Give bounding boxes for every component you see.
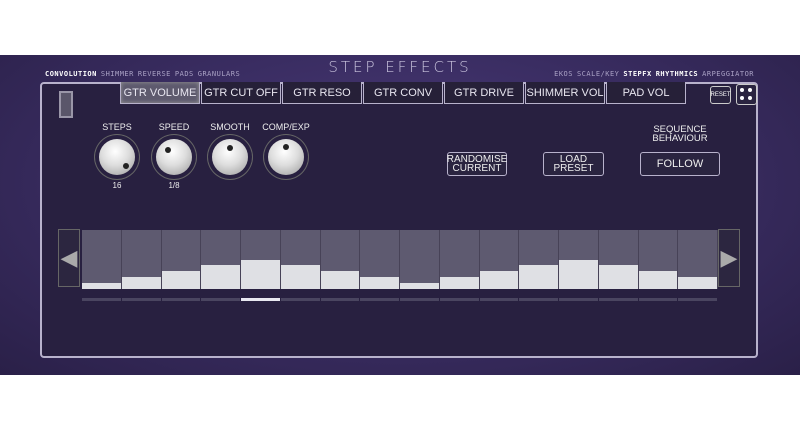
step-indicator-segment: [638, 298, 678, 301]
step-sequencer[interactable]: [82, 230, 718, 289]
nav-left: CONVOLUTION SHIMMER REVERSE PADS GRANULARS: [45, 70, 244, 78]
step-2[interactable]: [121, 230, 162, 289]
step-16[interactable]: [678, 230, 718, 289]
step-level: [479, 271, 519, 289]
nav-ekos[interactable]: EKOS: [554, 70, 573, 78]
tab-bar: GTR VOLUME GTR CUT OFF GTR RESO GTR CONV…: [120, 82, 687, 104]
step-10[interactable]: [439, 230, 480, 289]
follow-button[interactable]: FOLLOW: [640, 152, 720, 176]
nav-reverse[interactable]: REVERSE: [138, 70, 171, 78]
step-level: [161, 271, 201, 289]
step-15[interactable]: [638, 230, 679, 289]
nav-arpeggiator[interactable]: ARPEGGIATOR: [702, 70, 754, 78]
prev-arrow-icon[interactable]: ◀: [58, 229, 80, 287]
step-level: [360, 277, 399, 289]
nav-scale-key[interactable]: SCALE/KEY: [577, 70, 619, 78]
step-indicator-segment: [82, 298, 121, 301]
step-level: [400, 283, 439, 289]
knob-dial[interactable]: [156, 139, 192, 175]
knob-dial[interactable]: [99, 139, 135, 175]
step-level: [280, 264, 320, 289]
step-14[interactable]: [598, 230, 639, 289]
step-indicator-segment: [360, 298, 399, 301]
step-12[interactable]: [519, 230, 559, 289]
power-toggle[interactable]: [59, 91, 73, 118]
randomise-current-button[interactable]: RANDOMISE CURRENT: [447, 152, 507, 176]
knob-label: SPEED: [158, 122, 190, 132]
step-panel: GTR VOLUME GTR CUT OFF GTR RESO GTR CONV…: [40, 82, 758, 358]
knob-dial[interactable]: [268, 139, 304, 175]
tab-gtr-cut-off[interactable]: GTR CUT OFF: [201, 82, 281, 104]
step-level: [121, 277, 161, 289]
tab-gtr-reso[interactable]: GTR RESO: [282, 82, 362, 104]
smooth-knob[interactable]: SMOOTH: [205, 122, 255, 181]
step-6[interactable]: [280, 230, 321, 289]
step-level: [82, 283, 121, 289]
step-5[interactable]: [241, 230, 281, 289]
next-arrow-icon[interactable]: ▶: [718, 229, 740, 287]
step-indicator-segment: [678, 298, 717, 301]
knob-dial[interactable]: [212, 139, 248, 175]
tab-gtr-conv[interactable]: GTR CONV: [363, 82, 443, 104]
nav-granulars[interactable]: GRANULARS: [198, 70, 240, 78]
step-indicator-segment: [280, 298, 320, 301]
step-level: [439, 277, 479, 289]
step-level: [320, 271, 360, 289]
speed-knob[interactable]: SPEED 1/8: [149, 122, 199, 190]
step-indicator-segment: [519, 298, 558, 301]
step-indicator-segment: [598, 298, 638, 301]
tab-gtr-drive[interactable]: GTR DRIVE: [444, 82, 524, 104]
knob-value: 1/8: [168, 181, 180, 190]
dice-randomize-icon[interactable]: [736, 84, 757, 105]
tab-shimmer-vol[interactable]: SHIMMER VOL: [525, 82, 605, 104]
sequence-behaviour-label: SEQUENCE BEHAVIOUR: [652, 124, 708, 144]
nav-stepfx[interactable]: STEPFX: [623, 70, 651, 78]
step-1[interactable]: [82, 230, 122, 289]
knob-label: COMP/EXP: [262, 122, 310, 132]
step-indicator-segment: [320, 298, 360, 301]
step-level: [559, 259, 598, 289]
step-indicator-segment: [161, 298, 201, 301]
step-indicator-segment: [559, 298, 598, 301]
step-11[interactable]: [479, 230, 520, 289]
step-9[interactable]: [400, 230, 440, 289]
step-indicator: [82, 298, 718, 301]
step-indicator-segment: [439, 298, 479, 301]
step-indicator-segment: [241, 298, 280, 301]
step-effects-plugin: STEP EFFECTS CONVOLUTION SHIMMER REVERSE PA…: [0, 55, 800, 375]
step-8[interactable]: [360, 230, 400, 289]
step-indicator-segment: [201, 298, 240, 301]
step-level: [241, 259, 280, 289]
tab-gtr-volume[interactable]: GTR VOLUME: [120, 82, 200, 104]
step-7[interactable]: [320, 230, 361, 289]
knob-label: STEPS: [102, 122, 132, 132]
reset-button[interactable]: RESET: [710, 86, 731, 104]
nav-shimmer[interactable]: SHIMMER: [101, 70, 134, 78]
comp-exp-knob[interactable]: COMP/EXP: [261, 122, 311, 181]
nav-rhythmics[interactable]: RHYTHMICS: [656, 70, 698, 78]
nav-pads[interactable]: PADS: [175, 70, 194, 78]
step-3[interactable]: [161, 230, 202, 289]
step-4[interactable]: [201, 230, 241, 289]
step-level: [519, 264, 558, 289]
step-level: [598, 264, 638, 289]
nav-convolution[interactable]: CONVOLUTION: [45, 70, 97, 78]
step-indicator-segment: [400, 298, 439, 301]
tab-pad-vol[interactable]: PAD VOL: [606, 82, 686, 104]
knob-value: 16: [112, 181, 122, 190]
step-indicator-segment: [479, 298, 519, 301]
step-13[interactable]: [559, 230, 599, 289]
step-indicator-segment: [121, 298, 161, 301]
knob-label: SMOOTH: [210, 122, 250, 132]
step-level: [638, 271, 678, 289]
load-preset-button[interactable]: LOAD PRESET: [543, 152, 604, 176]
steps-knob[interactable]: STEPS 16: [92, 122, 142, 190]
step-level: [678, 277, 717, 289]
nav-right: EKOS SCALE/KEY STEPFX RHYTHMICS ARPEGGIATOR: [554, 70, 758, 78]
step-level: [201, 264, 240, 289]
